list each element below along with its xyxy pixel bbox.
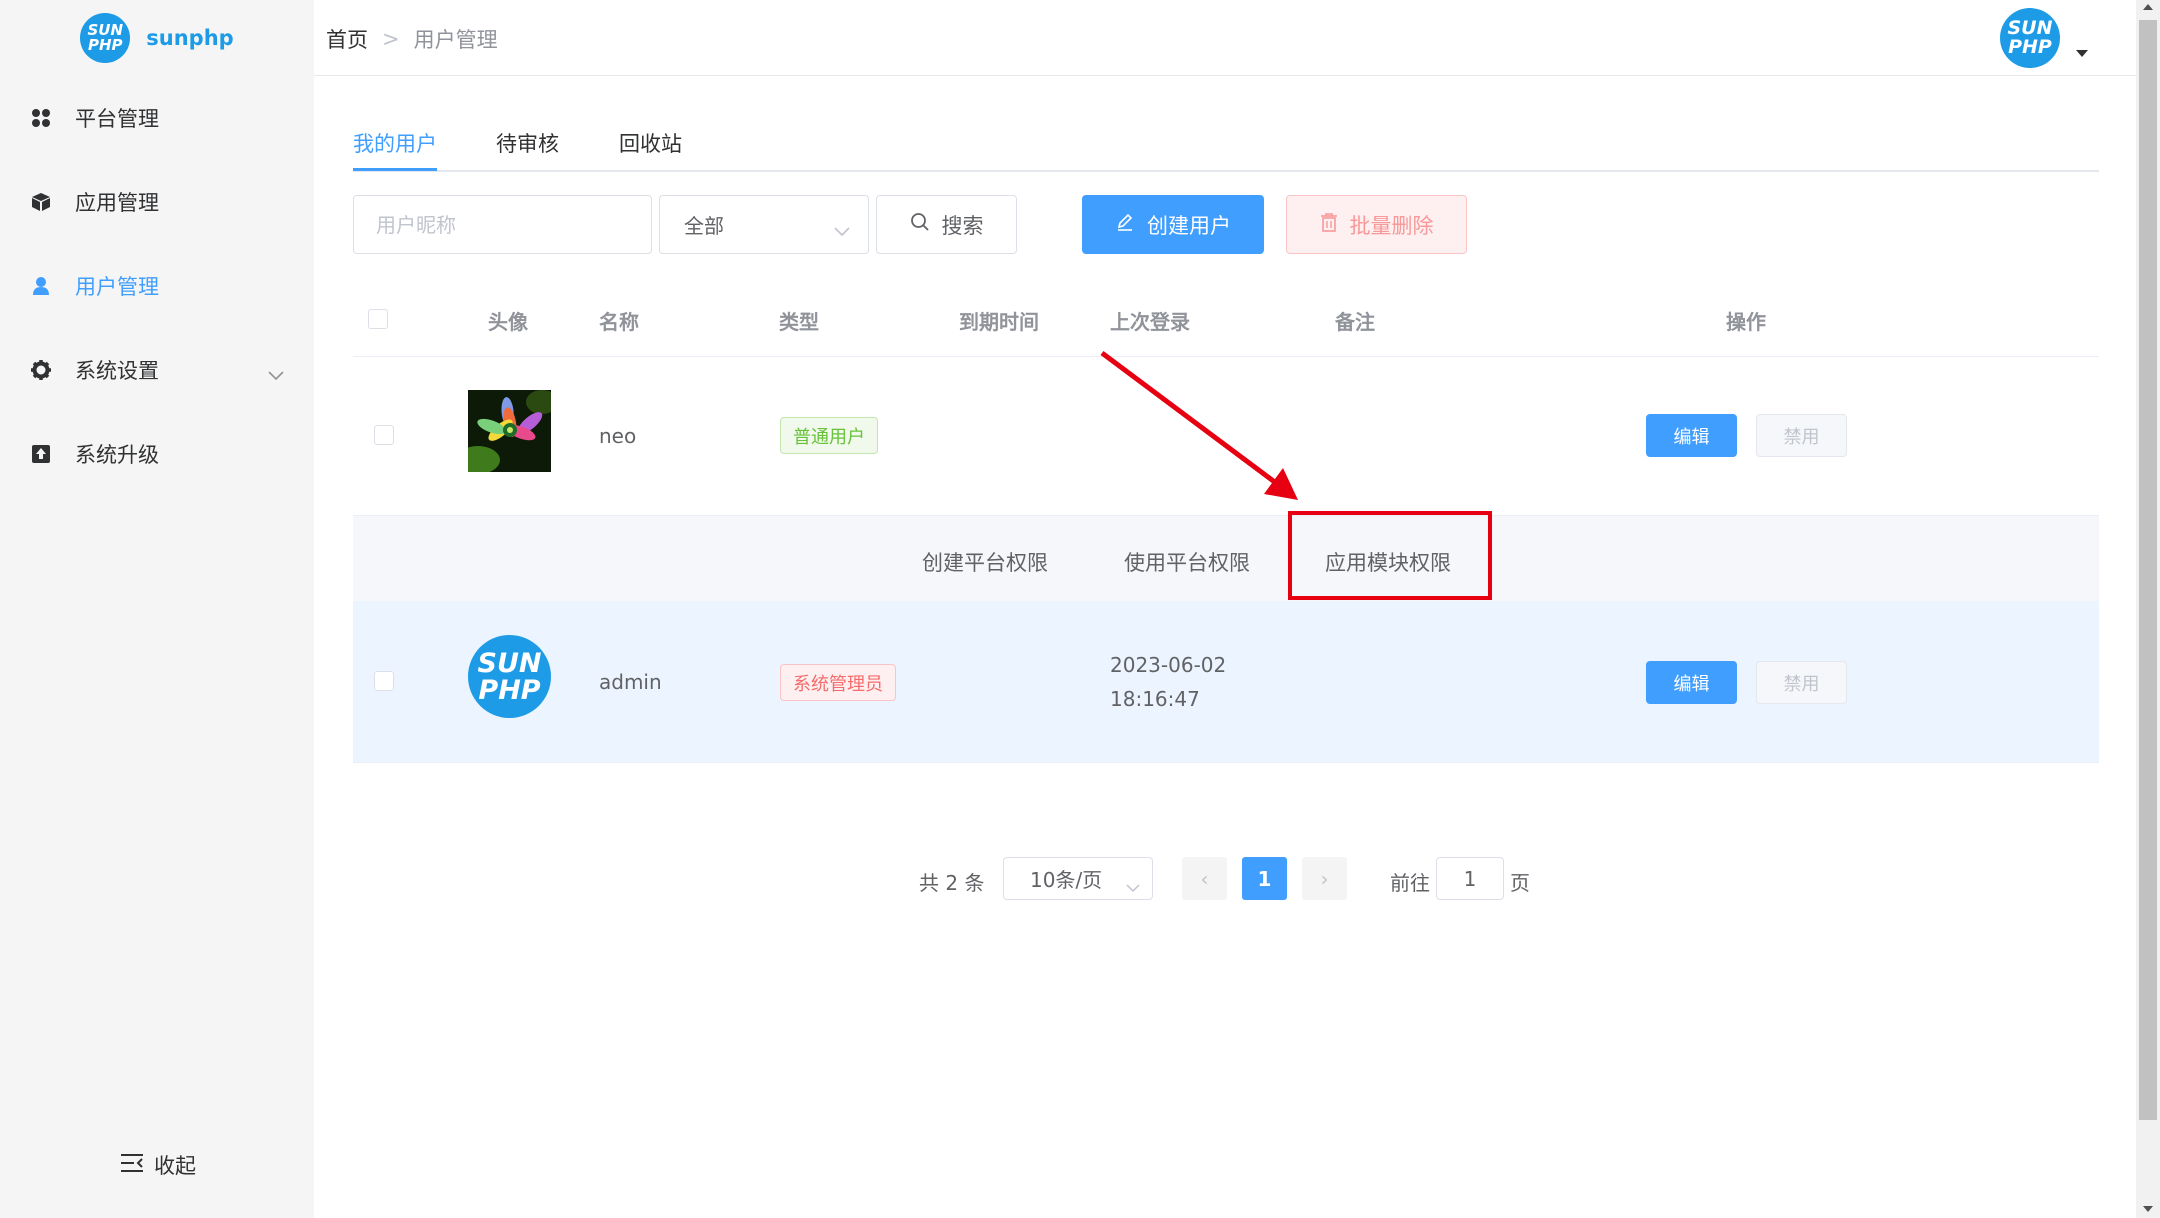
search-button[interactable]: 搜索 xyxy=(876,195,1017,254)
active-tab-indicator xyxy=(353,168,437,171)
edit-pen-icon xyxy=(1115,212,1135,237)
header-divider xyxy=(353,356,2099,357)
pagination-total: 共 2 条 xyxy=(919,871,985,895)
column-header-last-login: 上次登录 xyxy=(1110,310,1190,334)
collapse-label: 收起 xyxy=(154,1154,196,1178)
sidebar-item-label: 用户管理 xyxy=(75,275,159,299)
user-type-tag: 系统管理员 xyxy=(780,664,896,701)
sidebar-item-users[interactable]: 用户管理 xyxy=(0,244,314,328)
page-suffix-label: 页 xyxy=(1510,871,1530,895)
user-name: admin xyxy=(599,670,662,694)
bulk-delete-label: 批量删除 xyxy=(1349,213,1434,238)
gear-icon xyxy=(30,359,52,381)
search-icon xyxy=(910,212,930,237)
brand-logo[interactable]: SUN PHP sunphp xyxy=(0,0,314,76)
tab-recycle-bin[interactable]: 回收站 xyxy=(619,128,682,158)
page-scrollbar[interactable] xyxy=(2136,0,2160,1218)
scroll-down-icon[interactable] xyxy=(2143,1206,2153,1212)
last-login-time: 18:16:47 xyxy=(1110,687,1200,711)
tab-my-users[interactable]: 我的用户 xyxy=(353,128,437,158)
permission-menu: 创建平台权限 使用平台权限 应用模块权限 xyxy=(353,516,2099,601)
page-number-button[interactable]: 1 xyxy=(1242,857,1287,900)
upload-icon xyxy=(30,443,52,465)
create-user-label: 创建用户 xyxy=(1147,213,1231,238)
page-size-value: 10条/页 xyxy=(1030,868,1103,892)
sidebar-item-label: 系统设置 xyxy=(75,359,159,383)
sidebar-item-upgrade[interactable]: 系统升级 xyxy=(0,412,314,496)
top-header: 首页 > 用户管理 SUN PHP xyxy=(314,0,2136,76)
disable-button[interactable]: 禁用 xyxy=(1756,661,1847,704)
brand-badge: SUN PHP xyxy=(80,13,131,63)
admin-avatar-line2: PHP xyxy=(478,674,541,706)
annotation-highlight-box xyxy=(1288,511,1492,600)
create-user-button[interactable]: 创建用户 xyxy=(1082,195,1264,254)
sidebar-item-label: 应用管理 xyxy=(75,191,159,215)
column-header-actions: 操作 xyxy=(1726,310,1766,334)
tab-pending[interactable]: 待审核 xyxy=(496,128,559,158)
user-type-select-value: 全部 xyxy=(684,214,724,238)
sidebar-item-label: 系统升级 xyxy=(75,443,159,467)
permission-item-create-platform[interactable]: 创建平台权限 xyxy=(922,547,1048,577)
goto-label: 前往 xyxy=(1390,871,1430,895)
user-tabs: 我的用户 待审核 回收站 xyxy=(353,112,2099,172)
row-checkbox[interactable] xyxy=(374,671,394,691)
grid-icon xyxy=(30,107,52,129)
sidebar-item-label: 平台管理 xyxy=(75,107,159,131)
chevron-down-icon xyxy=(834,218,850,242)
last-login-date: 2023-06-02 xyxy=(1110,653,1227,677)
sidebar-item-settings[interactable]: 系统设置 xyxy=(0,328,314,412)
sidebar: SUN PHP sunphp 平台管理 应用管理 用户管理 系统设置 系统升级 … xyxy=(0,0,314,1218)
cube-icon xyxy=(30,191,52,213)
row-checkbox[interactable] xyxy=(374,425,394,445)
user-type-select[interactable]: 全部 xyxy=(659,195,869,254)
admin-avatar-line1: SUN xyxy=(477,647,542,679)
user-avatar[interactable]: SUN PHP xyxy=(2000,8,2060,68)
search-button-label: 搜索 xyxy=(941,213,984,238)
scroll-thumb[interactable] xyxy=(2139,20,2157,1120)
edit-button[interactable]: 编辑 xyxy=(1646,661,1737,704)
brand-name: sunphp xyxy=(146,26,234,50)
chevron-down-icon[interactable] xyxy=(268,362,284,386)
flower-avatar-image xyxy=(468,390,551,472)
bulk-delete-button[interactable]: 批量删除 xyxy=(1286,195,1467,254)
select-all-checkbox[interactable] xyxy=(368,309,388,329)
trash-icon xyxy=(1320,212,1338,237)
brand-badge-line2: PHP xyxy=(88,36,123,54)
admin-avatar: SUN PHP xyxy=(468,635,551,718)
permission-item-use-platform[interactable]: 使用平台权限 xyxy=(1124,547,1250,577)
sidebar-item-apps[interactable]: 应用管理 xyxy=(0,160,314,244)
chevron-down-icon xyxy=(1126,874,1140,898)
goto-page-input[interactable] xyxy=(1436,857,1504,900)
column-header-remark: 备注 xyxy=(1335,310,1375,334)
row-divider xyxy=(353,762,2099,763)
next-page-button[interactable]: › xyxy=(1302,857,1347,900)
column-header-name: 名称 xyxy=(599,310,639,334)
collapse-sidebar-button[interactable]: 收起 xyxy=(120,1150,196,1180)
column-header-type: 类型 xyxy=(779,310,819,334)
column-header-expire: 到期时间 xyxy=(959,310,1039,334)
breadcrumb-current: 用户管理 xyxy=(413,28,498,52)
scroll-up-icon[interactable] xyxy=(2143,4,2153,10)
sidebar-menu: 平台管理 应用管理 用户管理 系统设置 系统升级 xyxy=(0,76,314,496)
nickname-search-input[interactable] xyxy=(353,195,652,254)
sidebar-item-platform[interactable]: 平台管理 xyxy=(0,76,314,160)
caret-down-icon[interactable] xyxy=(2076,50,2088,57)
user-icon xyxy=(30,275,52,297)
disable-button[interactable]: 禁用 xyxy=(1756,414,1847,457)
breadcrumb-home[interactable]: 首页 xyxy=(326,24,368,54)
user-name: neo xyxy=(599,424,637,448)
user-avatar-line2: PHP xyxy=(2008,36,2052,58)
user-type-tag: 普通用户 xyxy=(780,417,878,454)
breadcrumb: 首页 > 用户管理 xyxy=(326,24,498,54)
collapse-icon xyxy=(120,1153,144,1178)
column-header-avatar: 头像 xyxy=(488,310,528,334)
page-size-select[interactable]: 10条/页 xyxy=(1003,857,1153,900)
prev-page-button[interactable]: ‹ xyxy=(1182,857,1227,900)
edit-button[interactable]: 编辑 xyxy=(1646,414,1737,457)
breadcrumb-separator: > xyxy=(382,27,400,51)
